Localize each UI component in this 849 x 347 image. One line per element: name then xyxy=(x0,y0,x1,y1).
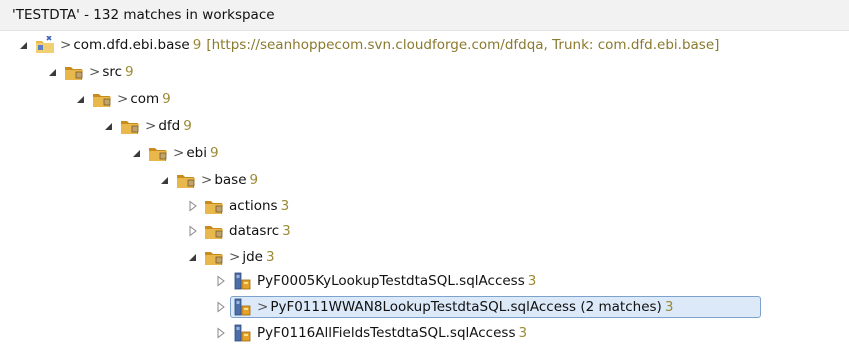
sql-access-file-icon xyxy=(234,272,251,290)
triangle-collapsed-icon[interactable] xyxy=(187,225,199,237)
package-name: base xyxy=(214,172,247,188)
tree-item-label: > ebi 9 xyxy=(173,145,219,161)
file-name: PyF0116AllFieldsTestdtaSQL.sqlAccess xyxy=(257,325,516,341)
triangle-expanded-icon[interactable] xyxy=(18,39,30,51)
project-name: com.dfd.ebi.base xyxy=(73,37,190,53)
dirty-marker: > xyxy=(117,91,129,107)
svn-project-icon xyxy=(36,36,54,53)
triangle-collapsed-icon[interactable] xyxy=(215,327,227,339)
triangle-collapsed-icon[interactable] xyxy=(187,200,199,212)
dirty-marker: > xyxy=(229,249,241,265)
dirty-marker: > xyxy=(173,145,185,161)
triangle-expanded-icon[interactable] xyxy=(47,66,59,78)
package-name: jde xyxy=(242,249,263,265)
match-count: 9 xyxy=(183,118,192,134)
dirty-marker: > xyxy=(145,118,157,134)
package-folder-icon xyxy=(149,148,167,161)
match-count: 9 xyxy=(209,145,219,161)
package-folder-icon xyxy=(205,252,223,265)
file-name: PyF0005KyLookupTestdtaSQL.sqlAccess xyxy=(257,273,525,289)
folder-name: src xyxy=(102,64,123,80)
package-name: actions xyxy=(229,198,278,214)
tree-item-label: datasrc 3 xyxy=(229,223,291,239)
match-count: 9 xyxy=(125,64,134,80)
tree-item-label: > com.dfd.ebi.base 9 [https://seanhoppecom.… xyxy=(60,37,719,53)
tree-item-label: > base 9 xyxy=(201,172,258,188)
tree-item-label: > com 9 xyxy=(117,91,171,107)
triangle-collapsed-icon[interactable] xyxy=(215,275,227,287)
package-folder-icon xyxy=(205,226,223,239)
triangle-expanded-icon[interactable] xyxy=(75,93,87,105)
dirty-marker: > xyxy=(257,299,269,315)
match-count: 3 xyxy=(280,198,290,214)
match-count: 3 xyxy=(282,223,291,239)
repository-location: [https://seanhoppecom.svn.cloudforge.com… xyxy=(206,37,720,53)
tree-item-label: PyF0005KyLookupTestdtaSQL.sqlAccess 3 xyxy=(257,273,536,289)
dirty-marker: > xyxy=(201,172,213,188)
package-folder-icon xyxy=(65,67,83,80)
file-name: PyF0111WWAN8LookupTestdtaSQL.sqlAccess (… xyxy=(270,299,662,315)
triangle-expanded-icon[interactable] xyxy=(131,147,143,159)
tree-item-label: > src 9 xyxy=(89,64,134,80)
tree-item-label: PyF0116AllFieldsTestdtaSQL.sqlAccess 3 xyxy=(257,325,527,341)
sql-access-file-icon xyxy=(234,324,251,342)
package-name: datasrc xyxy=(229,223,280,239)
match-count: 3 xyxy=(265,249,275,265)
triangle-expanded-icon[interactable] xyxy=(159,174,171,186)
match-count: 9 xyxy=(249,172,259,188)
tree-item-label: > dfd 9 xyxy=(145,118,192,134)
triangle-expanded-icon[interactable] xyxy=(103,120,115,132)
package-name: dfd xyxy=(158,118,181,134)
tree-item-label: > jde 3 xyxy=(229,249,275,265)
tree-item-label: > PyF0111WWAN8LookupTestdtaSQL.sqlAccess … xyxy=(257,299,673,315)
package-folder-icon xyxy=(121,121,139,134)
match-count: 9 xyxy=(162,91,171,107)
search-results-tree: > com.dfd.ebi.base 9 [https://seanhoppecom.… xyxy=(0,0,849,347)
dirty-marker: > xyxy=(89,64,101,80)
sql-access-file-icon xyxy=(234,298,251,316)
package-folder-icon xyxy=(177,175,195,188)
dirty-marker: > xyxy=(60,37,72,53)
match-count: 3 xyxy=(664,299,674,315)
package-name: com xyxy=(130,91,160,107)
match-count: 3 xyxy=(518,325,528,341)
package-folder-icon xyxy=(205,201,223,214)
match-count: 3 xyxy=(527,273,537,289)
triangle-expanded-icon[interactable] xyxy=(187,251,199,263)
match-count: 9 xyxy=(192,37,202,53)
triangle-collapsed-icon[interactable] xyxy=(215,301,227,313)
package-folder-icon xyxy=(93,94,111,107)
tree-item-label: actions 3 xyxy=(229,198,289,214)
package-name: ebi xyxy=(186,145,207,161)
